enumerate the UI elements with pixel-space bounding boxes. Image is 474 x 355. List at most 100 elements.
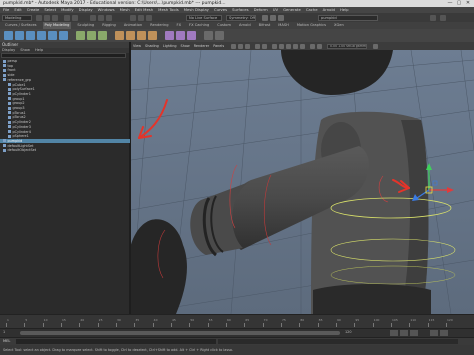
isolate-select-icon[interactable] — [310, 43, 315, 49]
color-management-icon[interactable] — [373, 43, 378, 49]
shelf-tab[interactable]: Custom — [215, 22, 233, 29]
poly-cone-icon[interactable] — [37, 31, 46, 40]
bridge-icon[interactable] — [126, 31, 135, 40]
timeline-tick — [24, 323, 26, 327]
timeline-tick — [446, 323, 447, 327]
range-bar[interactable] — [20, 331, 340, 335]
maximize-icon[interactable]: ▢ — [455, 1, 463, 6]
shelf-tab[interactable]: FX — [175, 22, 184, 29]
time-slider[interactable]: 1 5 10 15 20 25 30 35 40 45 50 55 60 65 70 75 80 85 90 95 10… — [0, 314, 474, 329]
render-icon[interactable] — [262, 14, 268, 21]
close-icon[interactable]: ✕ — [464, 1, 472, 6]
freeze-transform-icon[interactable] — [215, 31, 224, 40]
auto-key-icon[interactable] — [430, 330, 438, 336]
ipr-render-icon[interactable] — [270, 14, 276, 21]
combine-icon[interactable] — [76, 31, 85, 40]
model-belt[interactable] — [313, 284, 431, 314]
new-scene-icon[interactable] — [36, 14, 42, 21]
shelf-tab[interactable]: Rigging — [100, 22, 118, 29]
command-input[interactable] — [16, 339, 216, 344]
wireframe-icon[interactable] — [272, 43, 277, 49]
target-weld-icon[interactable] — [176, 31, 185, 40]
poly-sphere-icon[interactable] — [4, 31, 13, 40]
transform-icon — [8, 87, 11, 91]
sign-in-icon[interactable] — [430, 14, 436, 21]
separate-icon[interactable] — [87, 31, 96, 40]
grid-icon[interactable] — [255, 43, 260, 49]
shelf-tab[interactable]: Rendering — [148, 22, 170, 29]
image-plane-icon[interactable] — [245, 43, 250, 49]
cmd-language-label[interactable]: MEL — [3, 339, 10, 343]
timeline-tick-label: 35 — [135, 318, 140, 322]
live-surface-field[interactable]: No Live Surface — [186, 14, 222, 21]
camera-attributes-icon[interactable] — [231, 43, 236, 49]
shelf-tab[interactable]: XGen — [332, 22, 346, 29]
outliner-item[interactable]: defaultObjectSet — [0, 148, 130, 153]
viewport-menu-item[interactable]: View — [133, 42, 141, 50]
viewport-menu-item[interactable]: Renderer — [194, 42, 209, 50]
lights-icon[interactable] — [293, 43, 298, 49]
range-start-field[interactable]: 1 — [3, 330, 5, 334]
minimize-icon[interactable]: — — [446, 1, 454, 6]
center-pivot-icon[interactable] — [204, 31, 213, 40]
shadows-icon[interactable] — [300, 43, 305, 49]
redo-icon[interactable] — [72, 14, 78, 21]
workspace-icon[interactable] — [440, 14, 446, 21]
select-object-icon[interactable] — [98, 14, 104, 21]
select-component-icon[interactable] — [106, 14, 112, 21]
menuset-select[interactable]: Modeling — [2, 14, 32, 21]
open-scene-icon[interactable] — [44, 14, 50, 21]
render-settings-icon[interactable] — [278, 14, 284, 21]
shelf-tab[interactable]: Sculpting — [75, 22, 96, 29]
poly-cylinder-icon[interactable] — [26, 31, 35, 40]
playback-end-icon[interactable] — [410, 330, 418, 336]
snap-curve-icon[interactable] — [138, 14, 144, 21]
viewport-3d[interactable]: View Shading Lighting Show Renderer Panels 0.… — [131, 42, 474, 314]
bevel-icon[interactable] — [137, 31, 146, 40]
shelf-tab[interactable]: Animation — [122, 22, 144, 29]
uv-editor-icon[interactable] — [187, 31, 196, 40]
shelf-tab[interactable]: FX Caching — [187, 22, 211, 29]
select-hierarchy-icon[interactable] — [90, 14, 96, 21]
xray-icon[interactable] — [317, 43, 322, 49]
shelf-tab[interactable]: Poly Modeling — [42, 22, 72, 29]
viewport-menu-item[interactable]: Panels — [213, 42, 224, 50]
poly-cube-icon[interactable] — [15, 31, 24, 40]
timeline-tick-label: 60 — [227, 318, 231, 322]
viewport-menu-item[interactable]: Lighting — [163, 42, 177, 50]
title-bar: pumpkid.mb* - Autodesk Maya 2017 - Educa… — [0, 0, 474, 7]
shelf-tab[interactable]: Arnold — [237, 22, 253, 29]
viewport-menu: View Shading Lighting Show Renderer Panels — [133, 42, 224, 50]
play-icon[interactable] — [400, 330, 408, 336]
outliner-item-label: pTorus2 — [12, 115, 26, 120]
range-end-field[interactable]: 120 — [345, 330, 351, 334]
shelf-tab[interactable]: MASH — [276, 22, 291, 29]
smooth-icon[interactable] — [98, 31, 107, 40]
textured-icon[interactable] — [286, 43, 291, 49]
playback-start-icon[interactable] — [390, 330, 398, 336]
poly-plane-icon[interactable] — [48, 31, 57, 40]
search-input[interactable]: pumpkid — [318, 14, 378, 21]
bookmark-icon[interactable] — [238, 43, 243, 49]
snap-grid-icon[interactable] — [130, 14, 136, 21]
viewport-menu-item[interactable]: Show — [181, 42, 190, 50]
transform-icon — [8, 125, 11, 129]
viewport-menu-item[interactable]: Shading — [145, 42, 159, 50]
shelf-tab[interactable]: Motion Graphics — [295, 22, 328, 29]
color-management-field[interactable]: 0.00 1.00 sRGB gamma — [327, 43, 367, 49]
anim-prefs-icon[interactable] — [440, 330, 448, 336]
snap-point-icon[interactable] — [146, 14, 152, 21]
outliner-search-input[interactable] — [1, 53, 126, 58]
symmetry-field[interactable]: Symmetry: Off — [226, 14, 256, 21]
mirror-icon[interactable] — [165, 31, 174, 40]
timeline-tick-label: 50 — [190, 318, 195, 322]
undo-icon[interactable] — [64, 14, 70, 21]
film-gate-icon[interactable] — [262, 43, 267, 49]
save-scene-icon[interactable] — [52, 14, 58, 21]
poly-torus-icon[interactable] — [59, 31, 68, 40]
multi-cut-icon[interactable] — [148, 31, 157, 40]
extrude-icon[interactable] — [115, 31, 124, 40]
shelf-tab[interactable]: Curves / Surfaces — [3, 22, 39, 29]
smooth-shade-icon[interactable] — [279, 43, 284, 49]
shelf-tab[interactable]: Bifrost — [257, 22, 273, 29]
